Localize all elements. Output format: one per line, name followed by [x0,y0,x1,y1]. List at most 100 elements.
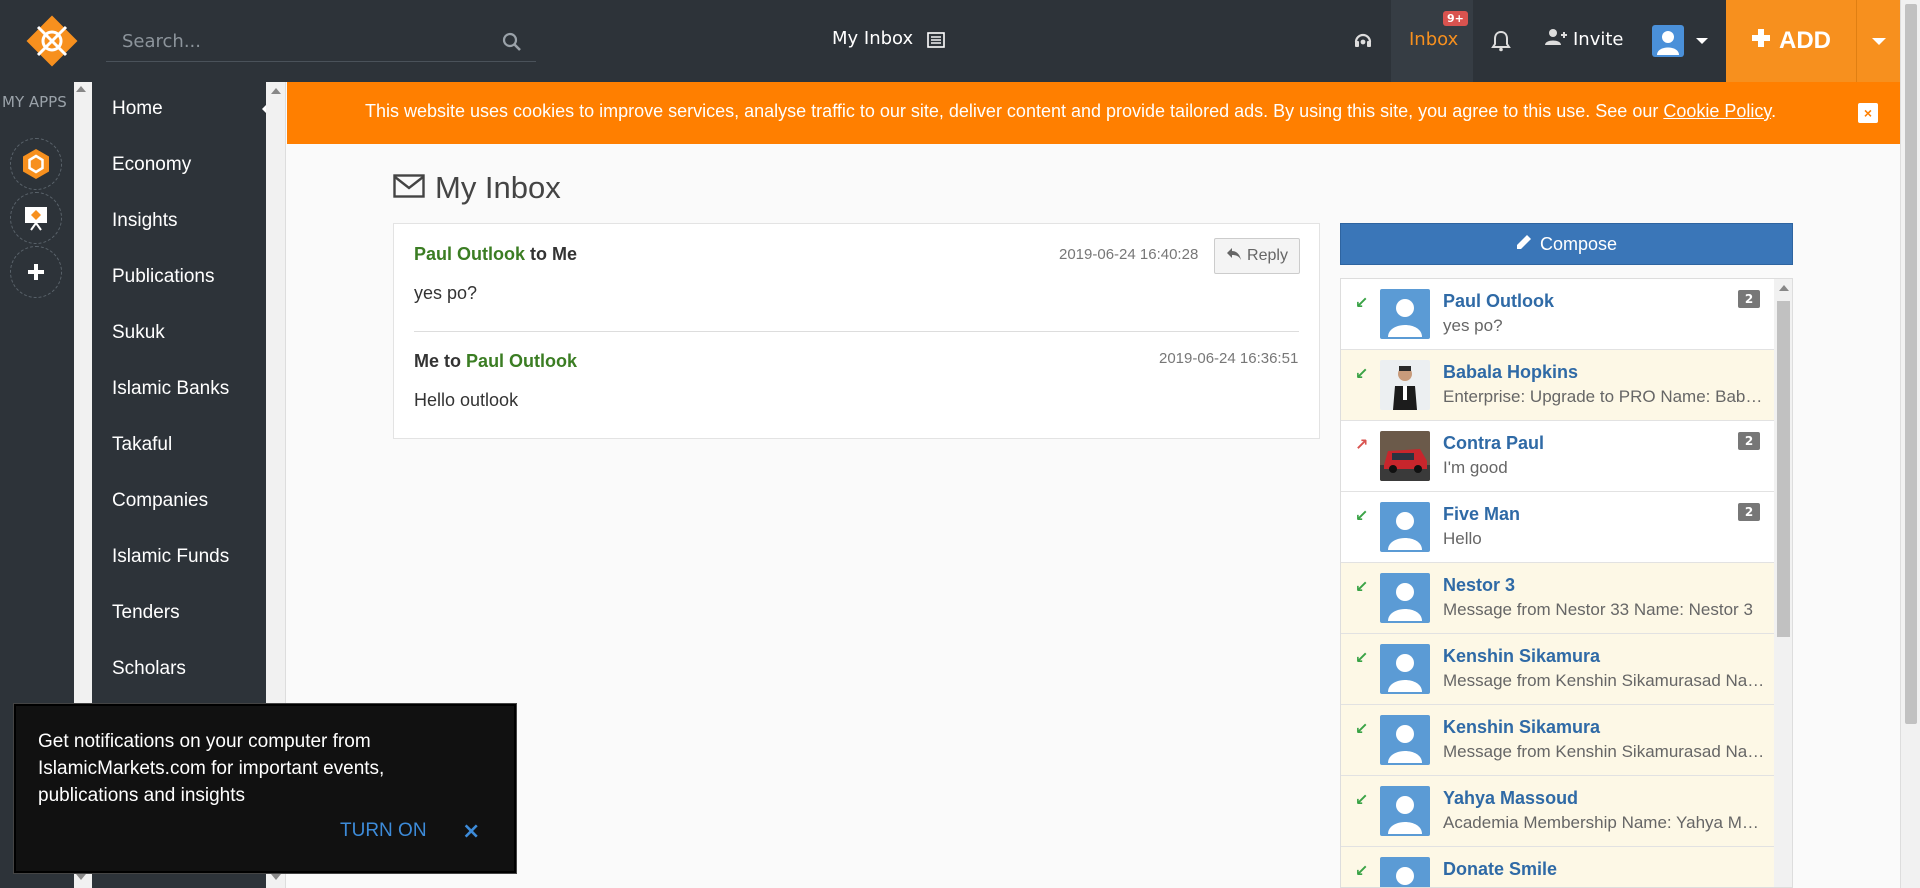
app-islamicmarkets-icon[interactable] [10,138,62,190]
add-label: ADD [1779,27,1831,54]
conversation-item[interactable]: ↙ Five Man Hello 2 [1341,492,1774,563]
cookie-text-end: . [1771,101,1777,121]
conversation-scrollbar-thumb[interactable] [1777,301,1790,637]
cookie-policy-link[interactable]: Cookie Policy [1663,101,1771,121]
inbox-tab-label: Inbox [1409,29,1459,50]
sidebar-scroll-down-icon[interactable] [271,874,281,880]
reply-button[interactable]: Reply [1214,238,1300,274]
conversation-item[interactable]: ↙ Kenshin Sikamura Message from Kenshin … [1341,634,1774,705]
conversation-preview: Message from Kenshin Sikamurasad Name: K… [1443,671,1765,690]
add-button[interactable]: ADD [1726,0,1856,82]
conversation-name: Yahya Massoud [1443,788,1579,808]
apps-scroll-down-icon[interactable] [76,874,86,880]
user-avatar[interactable] [1652,25,1684,57]
conversation-item[interactable]: ↙ Donate Smile [1341,847,1774,887]
sidebar-item-economy[interactable]: Economy [112,154,191,176]
user-menu-caret-icon[interactable] [1696,38,1708,44]
cookie-message: This website uses cookies to improve ser… [365,101,1776,122]
support-headset-icon[interactable] [1352,30,1374,52]
notification-prompt-text: Get notifications on your computer from … [38,731,385,806]
sidebar-item-home[interactable]: Home [112,98,163,120]
message-sender-link[interactable]: Paul Outlook [414,244,525,264]
message-connector: to [444,351,462,371]
conversation-item[interactable]: ↙ Nestor 3 Message from Nestor 33 Name: … [1341,563,1774,634]
avatar [1380,573,1430,623]
conversation-name: Kenshin Sikamura [1443,646,1601,666]
avatar [1380,715,1430,765]
pencil-icon [1516,234,1532,255]
message-count-badge: 2 [1738,503,1760,521]
avatar [1380,502,1430,552]
reply-icon [1226,247,1242,266]
plus-icon [1751,27,1771,55]
message-recipient-link[interactable]: Paul Outlook [466,351,577,371]
conversation-item[interactable]: ↙ Yahya Massoud Academia Membership Name… [1341,776,1774,847]
search-input[interactable] [106,22,486,60]
conversation-preview: Academia Membership Name: Yahya Massoud [1443,813,1765,832]
incoming-arrow-icon: ↙ [1355,577,1369,596]
message-sender: Me [414,351,440,371]
incoming-arrow-icon: ↙ [1355,790,1369,809]
conversation-name: Five Man [1443,504,1521,524]
sidebar-item-publications[interactable]: Publications [112,266,214,288]
turn-on-notifications-button[interactable]: TURN ON [340,820,427,842]
sidebar-item-islamic-banks[interactable]: Islamic Banks [112,378,229,400]
conversation-name: Nestor 3 [1443,575,1516,595]
invite-button[interactable]: Invite [1545,28,1624,51]
reply-label: Reply [1247,247,1288,264]
page-scrollbar-thumb[interactable] [1905,4,1917,724]
sidebar-item-tenders[interactable]: Tenders [112,602,180,624]
sidebar-item-companies[interactable]: Companies [112,490,208,512]
avatar-photo [1380,360,1430,410]
conversation-list: ↙ Paul Outlook yes po? 2 ↙ Babala Hopkin… [1340,278,1793,888]
conversation-item[interactable]: ↙ Paul Outlook yes po? 2 [1341,279,1774,350]
conversation-name: Paul Outlook [1443,291,1555,311]
conversation-name: Donate Smile [1443,859,1558,879]
message-count-badge: 2 [1738,290,1760,308]
conversation-name: Contra Paul [1443,433,1545,453]
conversation-item[interactable]: ↗ Contra Paul I'm good 2 [1341,421,1774,492]
compose-button[interactable]: Compose [1340,223,1793,265]
message-body: yes po? [414,283,478,303]
conversation-preview: Message from Nestor 33 Name: Nestor 3 [1443,600,1753,619]
search-icon[interactable] [502,32,522,52]
avatar [1380,644,1430,694]
avatar [1380,857,1430,887]
add-dropdown-caret-icon[interactable] [1856,0,1900,82]
conversation-item[interactable]: ↙ Babala Hopkins Enterprise: Upgrade to … [1341,350,1774,421]
list-icon[interactable] [927,32,945,48]
sidebar-item-insights[interactable]: Insights [112,210,177,232]
inbox-tab[interactable]: Inbox 9+ [1391,0,1473,82]
envelope-icon [393,170,425,206]
conversation-preview: Hello [1443,529,1482,548]
sidebar-scroll-up-icon[interactable] [271,88,281,94]
header-page-title: My Inbox [832,28,914,49]
apps-scroll-up-icon[interactable] [76,86,86,92]
add-app-icon[interactable] [10,246,62,298]
sidebar-item-sukuk[interactable]: Sukuk [112,322,165,344]
sidebar-item-islamic-funds[interactable]: Islamic Funds [112,546,229,568]
search-box [106,22,536,62]
message-divider [414,331,1299,332]
app-presentation-icon[interactable] [10,192,62,244]
bell-icon[interactable] [1491,30,1511,52]
sidebar-item-scholars[interactable]: Scholars [112,658,186,680]
conversation-name: Babala Hopkins [1443,362,1579,382]
my-apps-title: MY APPS [2,93,67,111]
conversation-preview: Message from Kenshin Sikamurasad Name: K… [1443,742,1765,761]
conversation-item[interactable]: ↙ Kenshin Sikamura Message from Kenshin … [1341,705,1774,776]
cookie-close-button[interactable]: × [1858,103,1878,123]
outgoing-arrow-icon: ↗ [1355,435,1369,454]
notification-close-icon[interactable]: × [462,819,480,844]
incoming-arrow-icon: ↙ [1355,719,1369,738]
page-scrollbar[interactable] [1900,0,1920,888]
cookie-text: This website uses cookies to improve ser… [365,101,1659,121]
avatar-photo [1380,431,1430,481]
page-title: My Inbox [393,170,561,206]
cookie-banner: This website uses cookies to improve ser… [287,82,1900,144]
conversation-scrollbar[interactable] [1774,279,1792,887]
conversation-scroll-up-icon[interactable] [1779,285,1789,291]
logo-icon[interactable] [24,13,80,69]
incoming-arrow-icon: ↙ [1355,293,1369,312]
sidebar-item-takaful[interactable]: Takaful [112,434,172,456]
